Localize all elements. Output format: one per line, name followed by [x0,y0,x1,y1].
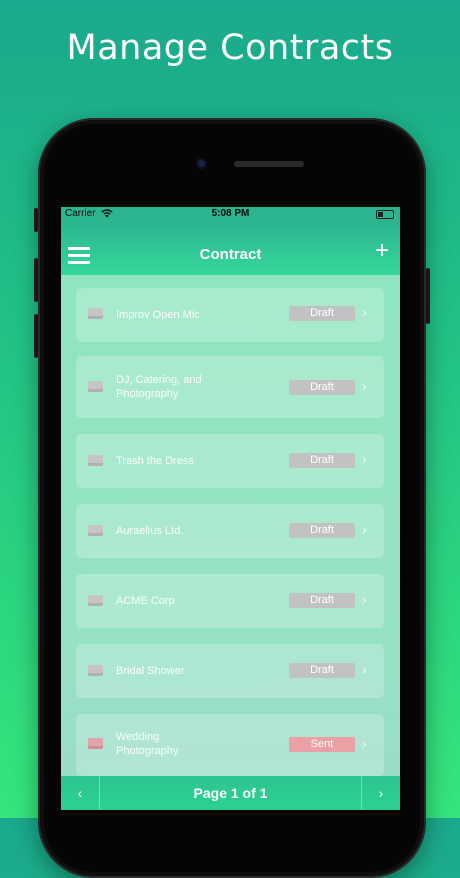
status-badge: Draft [289,593,355,608]
page-indicator: Page 1 of 1 [193,785,268,801]
chevron-right-icon: › [362,591,367,607]
front-camera [196,158,207,169]
chevron-right-icon: › [362,735,367,751]
contract-title: Improv Open Mic [116,309,200,321]
power-button [426,268,430,324]
status-badge: Draft [289,663,355,678]
nav-bar: Contract + [61,221,400,275]
document-icon [88,595,103,606]
chevron-right-icon: › [362,521,367,537]
contract-title: ACME Corp [116,595,175,607]
contract-row[interactable]: Trash the Dress Draft › [76,434,384,488]
contract-row[interactable]: Bridal Shower Draft › [76,644,384,698]
add-contract-button[interactable]: + [375,239,389,263]
contract-row[interactable]: ACME Corp Draft › [76,574,384,628]
nav-title: Contract [199,246,262,263]
chevron-right-icon: › [362,378,367,394]
pager-bar: ‹ Page 1 of 1 › [61,776,400,810]
contract-row[interactable]: Wedding Photography Sent › [76,714,384,776]
status-badge: Sent [289,737,355,752]
contract-row[interactable]: DJ, Catering, and Photography Draft › [76,356,384,418]
document-icon [88,738,103,749]
clock: 5:08 PM [211,208,250,219]
chevron-right-icon: › [362,304,367,320]
contract-title: Trash the Dress [116,455,194,467]
contract-title: Bridal Shower [116,665,185,677]
app-screen: Carrier 5:08 PM Contract + Improv Open M… [61,207,400,810]
earpiece-speaker [234,161,304,167]
document-icon [88,381,103,392]
status-badge: Draft [289,306,355,321]
contract-row[interactable]: Auraelius Ltd. Draft › [76,504,384,558]
status-badge: Draft [289,523,355,538]
status-badge: Draft [289,380,355,395]
marketing-headline: Manage Contracts [66,28,394,68]
document-icon [88,525,103,536]
document-icon [88,665,103,676]
contract-title: Auraelius Ltd. [116,525,184,537]
status-bar: Carrier 5:08 PM [61,207,400,221]
contract-title: DJ, Catering, and Photography [116,374,202,400]
battery-icon [376,210,394,219]
status-badge: Draft [289,453,355,468]
contract-title: Wedding Photography [116,731,179,757]
document-icon [88,455,103,466]
next-page-button[interactable]: › [361,776,400,810]
document-icon [88,308,103,319]
chevron-right-icon: › [362,451,367,467]
chevron-right-icon: › [362,661,367,677]
contract-row[interactable]: Improv Open Mic Draft › [76,288,384,342]
